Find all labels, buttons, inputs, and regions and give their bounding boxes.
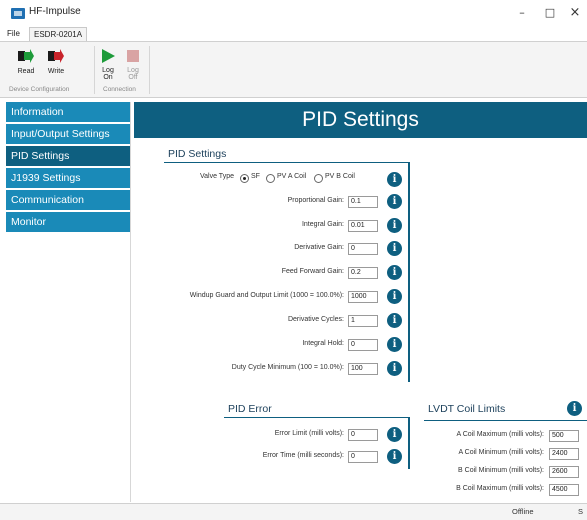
tab-esdr-0201a[interactable]: ESDR-0201A (29, 27, 88, 42)
title-bar (0, 0, 587, 26)
feed-forward-gain-field[interactable]: 0.2 (348, 267, 378, 279)
lvdt-divider (424, 420, 587, 421)
valve-type-option-sf: SF (251, 173, 260, 180)
info-icon[interactable]: i (387, 361, 402, 376)
sidebar-item-input-output-settings[interactable]: Input/Output Settings (6, 124, 130, 145)
connection-status: Offline (512, 507, 534, 516)
valve-type-option-pv-b-coil: PV B Coil (325, 173, 355, 180)
status-bar (0, 503, 587, 520)
log-on-label: Log On (102, 67, 114, 81)
error-limit-field[interactable]: 0 (348, 429, 378, 441)
feed-forward-gain-label: Feed Forward Gain: (281, 268, 344, 275)
info-icon[interactable]: i (387, 427, 402, 442)
play-icon (102, 49, 115, 63)
write-button[interactable]: Write (42, 47, 70, 83)
ribbon-separator (94, 46, 95, 94)
valve-type-radio-pv-a-coil[interactable] (266, 174, 275, 183)
status-extra: S (578, 507, 584, 516)
valve-type-radio-sf[interactable] (240, 174, 249, 183)
derivative-gain-label: Derivative Gain: (294, 244, 344, 251)
b-coil-minimum-label: B Coil Minimum (milli volts): (458, 467, 544, 474)
pid-settings-border (408, 162, 410, 382)
info-icon[interactable]: i (387, 265, 402, 280)
minimize-button[interactable]: – (512, 4, 532, 22)
window-title: HF-Impulse (29, 6, 81, 17)
error-time-label: Error Time (milli seconds): (262, 452, 344, 459)
write-label: Write (47, 68, 65, 75)
info-icon[interactable]: i (387, 289, 402, 304)
read-icon (18, 49, 34, 63)
b-coil-minimum-field[interactable]: 2600 (549, 466, 579, 478)
info-icon[interactable]: i (387, 337, 402, 352)
proportional-gain-label: Proportional Gain: (287, 197, 344, 204)
stop-icon (127, 50, 139, 62)
valve-type-option-pv-a-coil: PV A Coil (277, 173, 307, 180)
sidebar-item-pid-settings[interactable]: PID Settings (6, 146, 130, 167)
ribbon-tabs (0, 26, 587, 42)
ribbon-separator (149, 46, 150, 94)
a-coil-minimum-field[interactable]: 2400 (549, 448, 579, 460)
group-label-device-configuration: Device Configuration (9, 86, 70, 93)
sidebar-item-j1939-settings[interactable]: J1939 Settings (6, 168, 130, 189)
log-off-button[interactable]: Log Off (122, 47, 144, 85)
duty-cycle-minimum-field[interactable]: 100 (348, 363, 378, 375)
info-icon[interactable]: i (387, 313, 402, 328)
info-icon[interactable]: i (387, 218, 402, 233)
pid-error-border (408, 417, 410, 469)
a-coil-maximum-field[interactable]: 500 (549, 430, 579, 442)
a-coil-maximum-label: A Coil Maximum (milli volts): (456, 431, 544, 438)
proportional-gain-field[interactable]: 0.1 (348, 196, 378, 208)
derivative-cycles-field[interactable]: 1 (348, 315, 378, 327)
integral-hold-field[interactable]: 0 (348, 339, 378, 351)
info-icon[interactable]: i (387, 241, 402, 256)
info-icon[interactable]: i (567, 401, 582, 416)
error-time-field[interactable]: 0 (348, 451, 378, 463)
error-limit-label: Error Limit (milli volts): (274, 430, 344, 437)
valve-type-radio-pv-b-coil[interactable] (314, 174, 323, 183)
pid-settings-divider (164, 162, 410, 163)
a-coil-minimum-label: A Coil Minimum (milli volts): (458, 449, 544, 456)
integral-gain-label: Integral Gain: (301, 221, 344, 228)
duty-cycle-minimum-label: Duty Cycle Minimum (100 = 10.0%): (231, 364, 344, 371)
windup-guard-field[interactable]: 1000 (348, 291, 378, 303)
integral-gain-field[interactable]: 0.01 (348, 220, 378, 232)
integral-hold-label: Integral Hold: (302, 340, 344, 347)
sidebar-item-monitor[interactable]: Monitor (6, 212, 130, 233)
log-off-label: Log Off (127, 67, 139, 81)
b-coil-maximum-label: B Coil Maximum (milli volts): (456, 485, 544, 492)
valve-type-label: Valve Type (200, 173, 234, 180)
pid-error-group-title: PID Error (228, 403, 272, 415)
close-button[interactable]: × (565, 4, 585, 22)
read-button[interactable]: Read (12, 47, 40, 83)
sidebar-item-information[interactable]: Information (6, 102, 130, 123)
sidebar-item-communication[interactable]: Communication (6, 190, 130, 211)
pid-error-divider (224, 417, 410, 418)
ribbon (0, 41, 587, 98)
b-coil-maximum-field[interactable]: 4500 (549, 484, 579, 496)
lvdt-group-title: LVDT Coil Limits (428, 403, 506, 415)
app-icon (11, 8, 25, 19)
info-icon[interactable]: i (387, 449, 402, 464)
group-label-connection: Connection (103, 86, 136, 93)
maximize-button[interactable]: □ (540, 4, 560, 22)
derivative-gain-field[interactable]: 0 (348, 243, 378, 255)
derivative-cycles-label: Derivative Cycles: (287, 316, 344, 323)
log-on-button[interactable]: Log On (97, 47, 119, 85)
info-icon[interactable]: i (387, 172, 402, 187)
read-label: Read (17, 68, 35, 75)
pid-settings-group-title: PID Settings (168, 148, 227, 160)
page-title: PID Settings (302, 108, 419, 131)
info-icon[interactable]: i (387, 194, 402, 209)
write-icon (48, 49, 64, 63)
tab-file[interactable]: File (3, 27, 24, 41)
windup-guard-label: Windup Guard and Output Limit (1000 = 10… (189, 292, 344, 299)
